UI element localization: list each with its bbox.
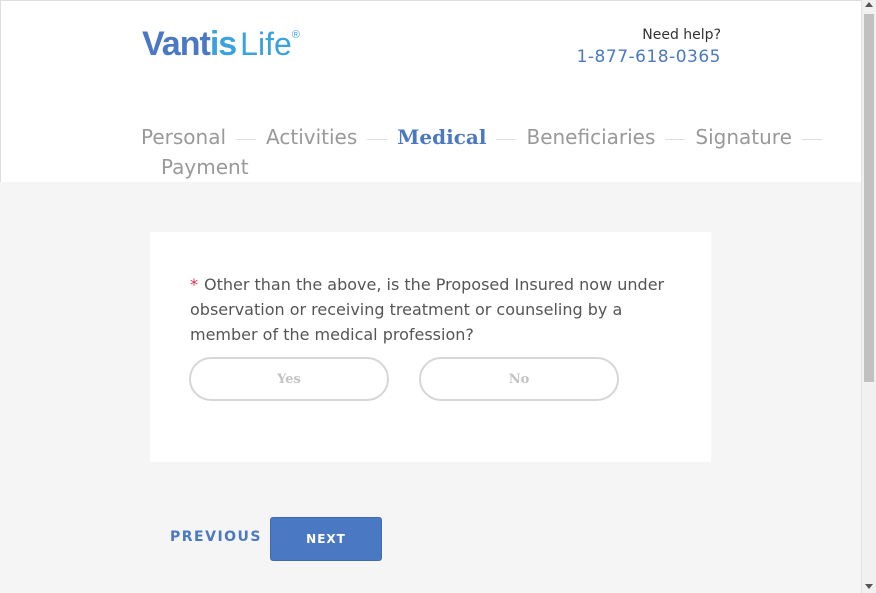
yes-option-button[interactable]: Yes: [189, 357, 389, 401]
step-divider: [236, 139, 257, 141]
scrollbar-thumb[interactable]: [864, 14, 874, 382]
vantis-life-logo[interactable]: Vantis Life®: [142, 25, 300, 65]
step-medical[interactable]: Medical: [397, 125, 486, 149]
logo-vantis: Vantis: [142, 25, 237, 63]
scroll-up-arrow-icon[interactable]: [865, 2, 873, 7]
question-text: * Other than the above, is the Proposed I…: [190, 272, 680, 347]
step-activities[interactable]: Activities: [266, 125, 357, 149]
step-signature[interactable]: Signature: [695, 125, 791, 149]
steps-row-2: Payment: [161, 155, 249, 179]
step-payment[interactable]: Payment: [161, 155, 249, 179]
step-divider: [496, 139, 517, 141]
question-label: Other than the above, is the Proposed In…: [190, 275, 665, 344]
no-option-button[interactable]: No: [419, 357, 619, 401]
logo-registered-mark: ®: [291, 29, 300, 41]
step-beneficiaries[interactable]: Beneficiaries: [526, 125, 655, 149]
header-top-band: [1, 1, 862, 87]
header: Vantis Life® Need help? 1-877-618-0365 Pe…: [0, 0, 862, 182]
vertical-scrollbar[interactable]: [861, 0, 876, 593]
step-divider: [665, 139, 686, 141]
logo-life: Life: [240, 26, 292, 62]
required-marker: *: [190, 275, 198, 294]
question-card: * Other than the above, is the Proposed I…: [150, 232, 711, 462]
previous-button[interactable]: PREVIOUS: [170, 529, 262, 545]
step-divider: [801, 139, 822, 141]
help-block: Need help? 1-877-618-0365: [577, 27, 721, 67]
steps-row-1: Personal Activities Medical Beneficiaries Si…: [141, 125, 832, 149]
scroll-down-arrow-icon[interactable]: [865, 584, 873, 589]
step-divider: [367, 139, 388, 141]
step-personal[interactable]: Personal: [141, 125, 226, 149]
page: Vantis Life® Need help? 1-877-618-0365 Pe…: [0, 0, 862, 593]
help-label: Need help?: [642, 27, 721, 43]
help-phone-link[interactable]: 1-877-618-0365: [577, 47, 721, 67]
next-button[interactable]: NEXT: [270, 517, 382, 561]
